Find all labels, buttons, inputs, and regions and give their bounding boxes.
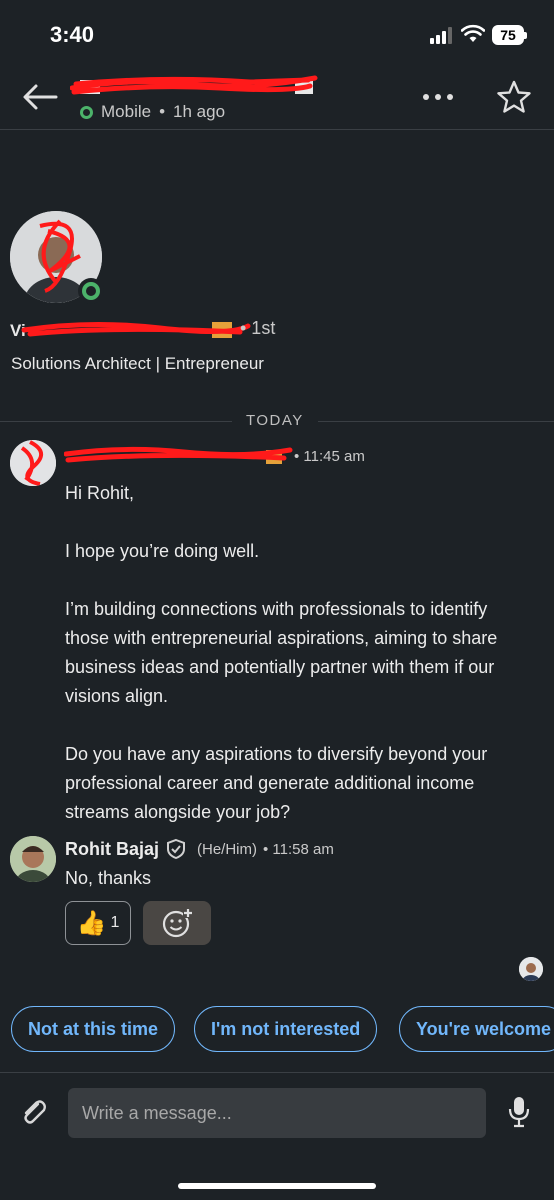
sender-name[interactable]: Rohit Bajaj [65, 839, 159, 860]
connection-degree: • 1st [240, 318, 276, 338]
star-icon[interactable] [496, 80, 532, 114]
profile-headline: Solutions Architect | Entrepreneur [11, 354, 264, 373]
separator: • [159, 102, 166, 121]
message-composer [0, 1072, 554, 1200]
date-divider-label: TODAY [232, 412, 318, 429]
message-paragraph: I hope you’re doing well. [65, 541, 260, 561]
cellular-signal-icon [430, 26, 454, 44]
message-paragraph: I’m building connections with profession… [65, 599, 498, 706]
add-emoji-icon [162, 908, 193, 938]
smart-reply-not-interested[interactable]: I'm not interested [194, 1006, 378, 1052]
back-arrow-icon[interactable] [20, 82, 60, 112]
redacted-contact-name [70, 75, 318, 95]
presence-status: Mobile • 1h ago [80, 102, 225, 122]
online-indicator-icon [78, 278, 104, 304]
home-indicator [178, 1183, 376, 1189]
message-body: Hi Rohit, I hope you’re doing well. I’m … [65, 479, 535, 856]
sender-avatar[interactable] [10, 836, 56, 882]
smart-replies: Not at this time I'm not interested You'… [11, 1006, 554, 1052]
smart-reply-youre-welcome[interactable]: You're welcome [399, 1006, 554, 1052]
read-receipt-avatar [519, 957, 543, 981]
battery-indicator: 75 [492, 25, 527, 45]
thumbs-up-icon: 👍 [76, 909, 107, 937]
add-reaction-button[interactable] [143, 901, 211, 945]
wifi-icon [461, 24, 485, 42]
status-bar: 3:40 75 [0, 0, 554, 70]
reaction-chip[interactable]: 👍 1 [65, 901, 131, 945]
microphone-icon[interactable] [508, 1095, 530, 1129]
reaction-count: 1 [110, 914, 120, 931]
message-body: No, thanks [65, 868, 152, 888]
message-header: Rohit Bajaj (He/Him) • 11:58 am [65, 838, 334, 860]
date-divider: TODAY [0, 412, 554, 432]
online-indicator-icon [80, 105, 93, 119]
verified-shield-icon [167, 838, 186, 860]
message-input[interactable] [68, 1088, 486, 1138]
redacted-sender-name [64, 446, 293, 464]
sender-avatar[interactable] [10, 440, 56, 486]
message-timestamp: • 11:58 am [263, 840, 334, 858]
sender-pronouns: (He/Him) [197, 840, 258, 858]
clock: 3:40 [50, 22, 95, 47]
conversation-header: Mobile • 1h ago [0, 70, 554, 130]
last-active: 1h ago [173, 102, 226, 121]
more-options-icon[interactable] [422, 92, 454, 102]
message-timestamp: • 11:45 am [294, 448, 365, 465]
paperclip-icon[interactable] [18, 1097, 50, 1129]
presence-label: Mobile [101, 102, 152, 121]
message-paragraph: Hi Rohit, [65, 483, 135, 503]
message-paragraph: Do you have any aspirations to diversify… [65, 744, 488, 822]
smart-reply-not-at-this-time[interactable]: Not at this time [11, 1006, 176, 1052]
